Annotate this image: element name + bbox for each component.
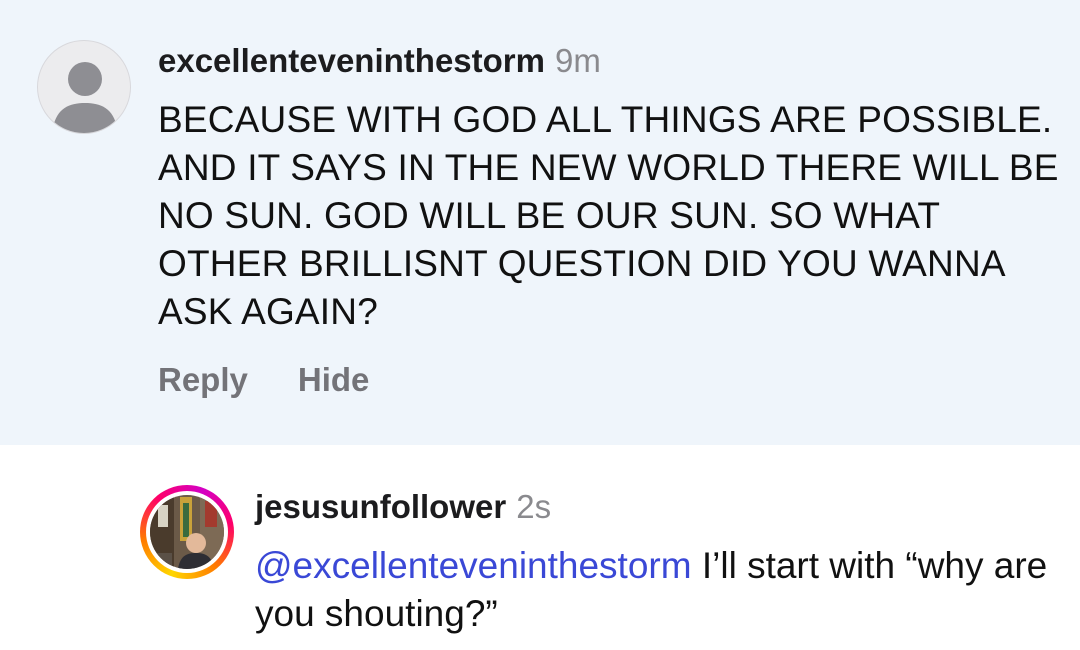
hide-button[interactable]: Hide	[298, 361, 370, 398]
comment-text: BECAUSE WITH GOD ALL THINGS ARE POSSIBLE…	[158, 99, 1059, 332]
reply-username[interactable]: jesusunfollower	[255, 488, 506, 525]
reply-timestamp: 2s	[516, 488, 552, 525]
comment-header: excellenteveninthestorm 9m	[158, 40, 601, 82]
reply-header: jesusunfollower 2s	[255, 486, 551, 528]
reply-button[interactable]: Reply	[158, 361, 248, 398]
mention-link[interactable]: @excellenteveninthestorm	[255, 545, 692, 586]
default-avatar-icon[interactable]	[37, 40, 131, 134]
story-ring-gap	[146, 491, 228, 573]
reply-text: @excellenteveninthestorm I’ll start with…	[255, 542, 1055, 638]
comment-timestamp: 9m	[554, 42, 601, 79]
user-avatar[interactable]	[150, 495, 224, 569]
comment-username[interactable]: excellenteveninthestorm	[158, 42, 545, 79]
comment-actions: Reply Hide	[158, 360, 369, 400]
story-ring[interactable]	[140, 485, 234, 579]
